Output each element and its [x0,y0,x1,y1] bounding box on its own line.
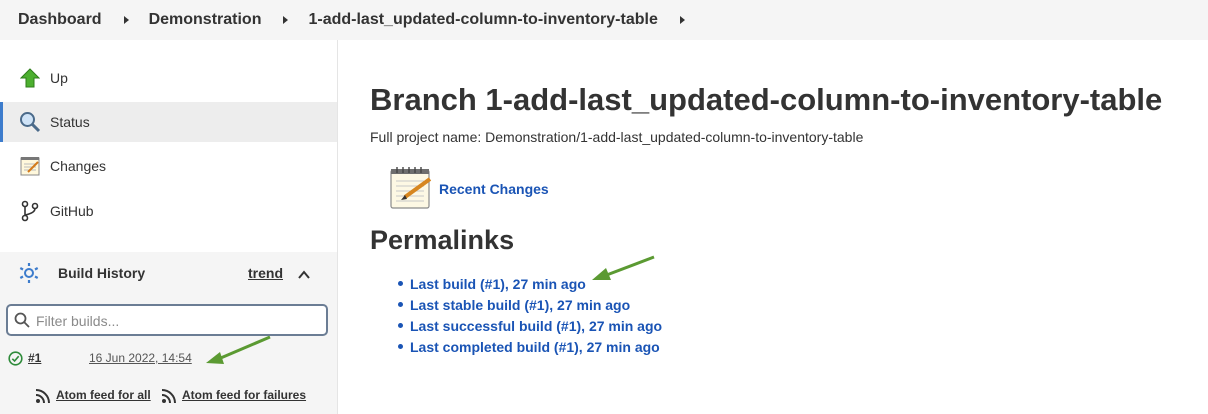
breadcrumb-dropdown-icon[interactable] [283,16,289,24]
sidebar-item-changes[interactable]: Changes [0,146,337,186]
permalink-last-build[interactable]: Last build (#1), 27 min ago [410,276,586,292]
atom-feed-all-link[interactable]: Atom feed for all [56,388,151,402]
bullet [398,323,403,328]
sidebar-item-label: Status [50,114,90,130]
full-project-name: Full project name: Demonstration/1-add-l… [370,129,864,145]
notepad-icon [388,164,434,215]
recent-changes-link[interactable]: Recent Changes [439,181,549,197]
build-history-icon [18,262,40,289]
sidebar-item-up[interactable]: Up [0,58,337,98]
breadcrumb-dropdown-icon[interactable] [679,16,685,24]
bullet [398,344,403,349]
up-arrow-icon [19,67,41,89]
rss-feed-icon [161,388,177,409]
permalinks-heading: Permalinks [370,225,515,255]
success-check-icon [8,351,23,371]
sidebar-item-label: GitHub [50,203,94,219]
build-history-title: Build History [58,265,146,281]
branch-icon [19,200,41,222]
rss-feed-icon [35,388,51,409]
breadcrumb-dropdown-icon[interactable] [123,16,129,24]
annotation-arrow-icon [206,335,271,364]
notepad-icon [19,155,41,177]
permalink-last-completed-build[interactable]: Last completed build (#1), 27 min ago [410,339,660,355]
atom-feed-failures-link[interactable]: Atom feed for failures [182,388,306,402]
permalink-last-successful-build[interactable]: Last successful build (#1), 27 min ago [410,318,662,334]
permalink-last-stable-build[interactable]: Last stable build (#1), 27 min ago [410,297,630,313]
list-item: Last stable build (#1), 27 min ago [398,294,662,315]
build-row: #1 16 Jun 2022, 14:54 [0,346,337,372]
bullet [398,281,403,286]
bullet [398,302,403,307]
build-number-link[interactable]: #1 [28,351,41,365]
breadcrumb-branch[interactable]: 1-add-last_updated-column-to-inventory-t… [308,11,657,29]
sidebar: Up Status Changes GitHub Build History t… [0,40,338,414]
filter-builds-field[interactable] [6,304,328,336]
annotation-arrow-icon [592,255,655,280]
build-history-header: Build History trend [0,252,337,294]
sidebar-item-label: Changes [50,158,107,174]
breadcrumb-demonstration[interactable]: Demonstration [149,11,262,29]
sidebar-item-github[interactable]: GitHub [0,191,337,231]
breadcrumb: Dashboard Demonstration 1-add-last_updat… [0,0,1208,40]
trend-link[interactable]: trend [248,265,283,281]
build-history-panel: #1 16 Jun 2022, 14:54 Atom feed for all … [0,294,337,414]
magnifier-icon [19,111,41,133]
sidebar-item-label: Up [50,70,68,86]
build-date-link[interactable]: 16 Jun 2022, 14:54 [89,351,192,365]
list-item: Last successful build (#1), 27 min ago [398,315,662,336]
filter-builds-input[interactable] [36,311,316,331]
sidebar-item-status[interactable]: Status [0,102,337,142]
page-title: Branch 1-add-last_updated-column-to-inve… [370,82,1163,117]
list-item: Last completed build (#1), 27 min ago [398,336,662,357]
chevron-up-icon[interactable] [298,267,310,279]
breadcrumb-dashboard[interactable]: Dashboard [18,11,102,29]
search-icon [14,312,30,333]
